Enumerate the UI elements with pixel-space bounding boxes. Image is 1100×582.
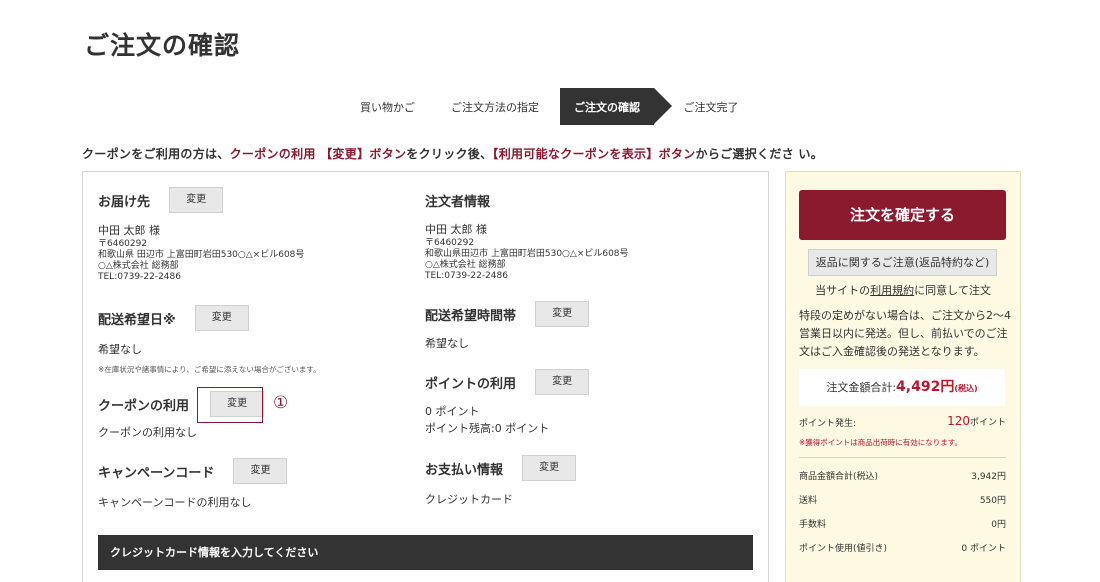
terms-agreement: 当サイトの利用規約に同意して注文 — [786, 282, 1020, 298]
coupon-notice: クーポンをご利用の方は、クーポンの利用 【変更】ボタンをクリック後、【利用可能な… — [82, 145, 823, 162]
coupon-highlight-box — [197, 387, 263, 423]
coupon-title: クーポンの利用 — [98, 398, 190, 414]
points-section: ポイントの利用 変更 0 ポイント ポイント残高:0 ポイント — [425, 369, 725, 436]
orderer-name: 中田 太郎 様 — [425, 223, 487, 236]
campaign-value: キャンペーンコードの利用なし — [98, 496, 252, 509]
delivery-change-button[interactable]: 変更 — [169, 187, 224, 213]
points-title: ポイントの利用 — [425, 376, 517, 392]
total-label: 注文金額合計: — [826, 381, 897, 394]
orderer-tel: TEL:0739-22-2486 — [425, 271, 508, 281]
payment-title: お支払い情報 — [425, 462, 504, 478]
delivery-section: お届け先 変更 中田 太郎 様 〒6460292 和歌山県 田辺市 上富田町岩田… — [98, 187, 398, 283]
points-change-button[interactable]: 変更 — [535, 369, 590, 395]
order-details-panel: お届け先 変更 中田 太郎 様 〒6460292 和歌山県 田辺市 上富田町岩田… — [82, 171, 769, 582]
total-amount: 4,492円 — [896, 379, 955, 395]
step-order-method: ご注文方法の指定 — [451, 100, 539, 114]
delivery-title: お届け先 — [98, 194, 151, 210]
notice-text-2: をクリック後、 — [406, 147, 493, 161]
points-earned-unit: ポイント — [969, 418, 1006, 428]
summary-label: ポイント使用(値引き) — [799, 544, 888, 554]
summary-value: 0 ポイント — [961, 544, 1006, 554]
summary-row-points-used: ポイント使用(値引き) 0 ポイント — [799, 541, 1006, 554]
delivery-time-value: 希望なし — [425, 337, 469, 350]
campaign-change-button[interactable]: 変更 — [233, 458, 288, 484]
page-title: ご注文の確認 — [84, 31, 241, 60]
payment-section: お支払い情報 変更 クレジットカード — [425, 455, 725, 507]
delivery-tel: TEL:0739-22-2486 — [98, 272, 181, 282]
orderer-section: 注文者情報 中田 太郎 様 〒6460292 和歌山県田辺市 上富田町岩田530… — [425, 190, 725, 282]
order-total-box: 注文金額合計:4,492円(税込) — [799, 369, 1005, 406]
delivery-time-title: 配送希望時間帯 — [425, 308, 517, 324]
credit-card-header: クレジットカード情報を入力してください — [98, 535, 753, 570]
orderer-address: 和歌山県田辺市 上富田町岩田530○△×ビル608号 — [425, 249, 629, 259]
agree-prefix: 当サイトの — [815, 284, 871, 297]
summary-row-fee: 手数料 0円 — [799, 517, 1006, 530]
delivery-company: ○△株式会社 総務部 — [98, 261, 179, 271]
payment-value: クレジットカード — [425, 493, 513, 506]
step-confirm-current: ご注文の確認 — [560, 88, 672, 125]
notice-text-1: クーポンをご利用の方は、 — [82, 147, 230, 161]
summary-label: 手数料 — [799, 520, 827, 530]
orderer-zip: 〒6460292 — [425, 238, 475, 248]
points-earned-value: 120 — [947, 414, 970, 428]
points-used: 0 ポイント — [425, 405, 480, 418]
summary-row-shipping: 送料 550円 — [799, 493, 1006, 506]
delivery-time-change-button[interactable]: 変更 — [535, 301, 590, 327]
agree-suffix: に同意して注文 — [914, 284, 991, 297]
notice-highlight-2: 【利用可能なクーポンを表示】ボタン — [492, 147, 696, 161]
delivery-date-note: ※在庫状況や諸事情により、ご希望に添えない場合がございます。 — [98, 365, 321, 374]
summary-value: 550円 — [979, 496, 1006, 506]
notice-text-3: からご選択くださ い。 — [695, 147, 823, 161]
orderer-title: 注文者情報 — [425, 195, 491, 210]
summary-value: 3,942円 — [971, 472, 1006, 482]
delivery-date-title: 配送希望日※ — [98, 312, 176, 328]
points-earned-row: ポイント発生: 120ポイント — [799, 414, 1006, 429]
shipping-note: 特段の定めがない場合は、ご注文から2〜4営業日以内に発送。但し、前払いでのご注文… — [799, 309, 1011, 358]
campaign-title: キャンペーンコード — [98, 465, 215, 481]
summary-value: 0円 — [991, 520, 1006, 530]
delivery-zip: 〒6460292 — [98, 239, 148, 249]
total-tax: (税込) — [954, 384, 978, 393]
delivery-address: 和歌山県 田辺市 上富田町岩田530○△×ビル608号 — [98, 250, 305, 260]
points-balance: ポイント残高:0 ポイント — [425, 422, 550, 435]
payment-change-button[interactable]: 変更 — [522, 455, 577, 481]
step-complete: ご注文完了 — [683, 100, 739, 114]
delivery-time-section: 配送希望時間帯 変更 希望なし — [425, 301, 725, 351]
summary-row-subtotal: 商品金額合計(税込) 3,942円 — [799, 469, 1006, 482]
step-cart: 買い物かご — [360, 100, 415, 114]
notice-highlight-1: クーポンの利用 【変更】ボタン — [229, 147, 407, 161]
annotation-marker-1: ① — [273, 393, 289, 413]
terms-link[interactable]: 利用規約 — [870, 284, 914, 297]
summary-label: 送料 — [799, 496, 818, 506]
delivery-name: 中田 太郎 様 — [98, 224, 160, 237]
points-earned-label: ポイント発生: — [799, 419, 857, 429]
coupon-value: クーポンの利用なし — [98, 426, 197, 439]
points-note: ※獲得ポイントは商品出荷時に有効になります。 — [799, 438, 963, 447]
delivery-date-change-button[interactable]: 変更 — [194, 305, 249, 331]
delivery-date-value: 希望なし — [98, 343, 142, 356]
delivery-date-section: 配送希望日※ 変更 希望なし ※在庫状況や諸事情により、ご希望に添えない場合がご… — [98, 305, 398, 375]
order-summary-panel: 注文を確定する 返品に関するご注意(返品特約など) 当サイトの利用規約に同意して… — [785, 171, 1021, 582]
return-policy-button[interactable]: 返品に関するご注意(返品特約など) — [808, 249, 997, 276]
campaign-section: キャンペーンコード 変更 キャンペーンコードの利用なし — [98, 458, 418, 510]
summary-label: 商品金額合計(税込) — [799, 472, 879, 482]
orderer-company: ○△株式会社 総務部 — [425, 260, 506, 270]
checkout-steps: 買い物かご ご注文方法の指定 ご注文の確認 ご注文完了 — [345, 88, 750, 125]
confirm-order-button[interactable]: 注文を確定する — [799, 190, 1006, 240]
summary-divider — [799, 457, 1006, 458]
